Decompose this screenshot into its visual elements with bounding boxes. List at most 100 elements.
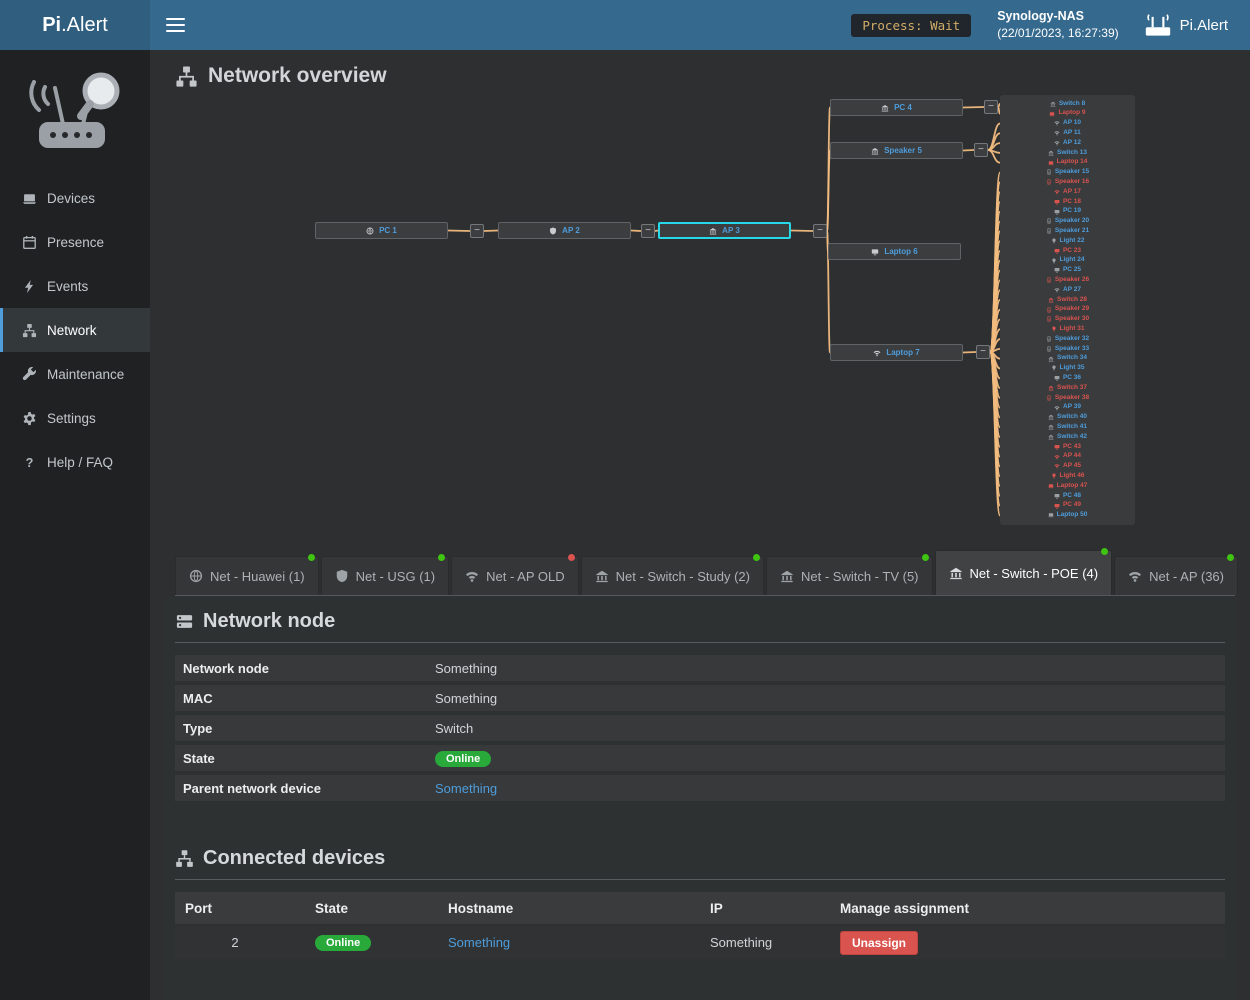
info-value: Something: [435, 691, 497, 706]
port-cell: 2: [185, 935, 315, 950]
device-entry-pc-43[interactable]: PC 43: [1000, 442, 1135, 452]
tab-net-huawei-1[interactable]: Net - Huawei (1): [175, 556, 319, 595]
hostname-link[interactable]: Something: [448, 935, 510, 950]
device-entry-light-35[interactable]: Light 35: [1000, 364, 1135, 374]
device-entry-ap-17[interactable]: AP 17: [1000, 187, 1135, 197]
device-entry-speaker-26[interactable]: Speaker 26: [1000, 275, 1135, 285]
unassign-button[interactable]: Unassign: [840, 931, 918, 955]
tab-net-switch-tv-5[interactable]: Net - Switch - TV (5): [766, 556, 933, 595]
status-dot-green: [1101, 548, 1108, 555]
network-node-pc-1[interactable]: PC 1: [315, 222, 448, 239]
device-entry-speaker-16[interactable]: Speaker 16: [1000, 177, 1135, 187]
device-entry-light-46[interactable]: Light 46: [1000, 471, 1135, 481]
tab-net-switch-poe-4[interactable]: Net - Switch - POE (4): [935, 550, 1113, 595]
device-entry-ap-27[interactable]: AP 27: [1000, 285, 1135, 295]
device-entry-speaker-30[interactable]: Speaker 30: [1000, 315, 1135, 325]
sidebar-item-devices[interactable]: Devices: [0, 176, 150, 220]
app-brand-icon-wrap: [1145, 12, 1171, 38]
collapse-toggle[interactable]: −: [974, 143, 988, 157]
status-dot-green: [438, 554, 445, 561]
device-entry-speaker-15[interactable]: Speaker 15: [1000, 168, 1135, 178]
collapse-toggle[interactable]: −: [984, 100, 998, 114]
tab-net-usg-1[interactable]: Net - USG (1): [321, 556, 449, 595]
sidebar-item-events[interactable]: Events: [0, 264, 150, 308]
device-entry-laptop-47[interactable]: Laptop 47: [1000, 481, 1135, 491]
device-entry-label: PC 43: [1063, 444, 1081, 451]
device-entry-switch-28[interactable]: Switch 28: [1000, 295, 1135, 305]
parent-device-link[interactable]: Something: [435, 781, 497, 796]
laptop-icon: [1048, 483, 1054, 489]
device-entry-pc-18[interactable]: PC 18: [1000, 197, 1135, 207]
device-entry-speaker-20[interactable]: Speaker 20: [1000, 217, 1135, 227]
brand-logo[interactable]: Pi.Alert: [0, 0, 150, 50]
device-entry-laptop-9[interactable]: Laptop 9: [1000, 109, 1135, 119]
device-entry-switch-8[interactable]: Switch 8: [1000, 99, 1135, 109]
device-entry-ap-12[interactable]: AP 12: [1000, 138, 1135, 148]
device-entry-ap-44[interactable]: AP 44: [1000, 452, 1135, 462]
device-entry-pc-48[interactable]: PC 48: [1000, 491, 1135, 501]
device-entry-pc-25[interactable]: PC 25: [1000, 266, 1135, 276]
network-node-laptop-7[interactable]: Laptop 7: [830, 344, 963, 361]
device-entry-ap-10[interactable]: AP 10: [1000, 119, 1135, 129]
navbar: Process: Wait Synology-NAS (22/01/2023, …: [150, 0, 1250, 50]
device-entry-laptop-50[interactable]: Laptop 50: [1000, 510, 1135, 520]
device-entry-speaker-38[interactable]: Speaker 38: [1000, 393, 1135, 403]
tab-pane: Network node Network nodeSomethingMACSom…: [164, 596, 1236, 1000]
wifi-icon: [1128, 569, 1142, 583]
bank-icon: [1048, 424, 1054, 430]
device-entry-light-31[interactable]: Light 31: [1000, 324, 1135, 334]
hamburger-icon[interactable]: [166, 18, 185, 32]
network-node-ap-2[interactable]: AP 2: [498, 222, 631, 239]
device-entry-light-22[interactable]: Light 22: [1000, 236, 1135, 246]
network-node-ap-3[interactable]: AP 3: [658, 222, 791, 239]
tab-net-ap-36[interactable]: Net - AP (36): [1114, 556, 1238, 595]
device-entry-ap-45[interactable]: AP 45: [1000, 461, 1135, 471]
sidebar-item-settings[interactable]: Settings: [0, 396, 150, 440]
device-entry-label: Switch 8: [1059, 101, 1085, 108]
device-entry-label: Laptop 47: [1057, 483, 1088, 490]
device-entry-ap-11[interactable]: AP 11: [1000, 128, 1135, 138]
network-node-speaker-5[interactable]: Speaker 5: [830, 142, 963, 159]
device-entry-switch-34[interactable]: Switch 34: [1000, 354, 1135, 364]
device-entry-laptop-14[interactable]: Laptop 14: [1000, 158, 1135, 168]
sidebar-item-help-faq[interactable]: ?Help / FAQ: [0, 440, 150, 484]
device-entry-light-24[interactable]: Light 24: [1000, 256, 1135, 266]
display-icon: [1054, 444, 1060, 450]
network-node-pc-4[interactable]: PC 4: [830, 99, 963, 116]
device-entry-pc-49[interactable]: PC 49: [1000, 501, 1135, 511]
tab-net-switch-study-2[interactable]: Net - Switch - Study (2): [581, 556, 764, 595]
collapse-toggle[interactable]: −: [641, 224, 655, 238]
device-entry-switch-13[interactable]: Switch 13: [1000, 148, 1135, 158]
wifi-icon: [1054, 405, 1060, 411]
device-entry-switch-41[interactable]: Switch 41: [1000, 422, 1135, 432]
device-entry-ap-39[interactable]: AP 39: [1000, 403, 1135, 413]
device-entry-label: PC 23: [1063, 248, 1081, 255]
device-entry-speaker-21[interactable]: Speaker 21: [1000, 226, 1135, 236]
device-entry-speaker-33[interactable]: Speaker 33: [1000, 344, 1135, 354]
device-entry-pc-19[interactable]: PC 19: [1000, 207, 1135, 217]
device-entry-speaker-29[interactable]: Speaker 29: [1000, 305, 1135, 315]
collapse-toggle[interactable]: −: [976, 345, 990, 359]
network-node-laptop-6[interactable]: Laptop 6: [828, 243, 961, 260]
speaker-icon: [1046, 346, 1052, 352]
network-node-icon-wrap: [175, 610, 194, 633]
sidebar-item-network[interactable]: Network: [0, 308, 150, 352]
wrench-icon: [22, 367, 37, 382]
device-entry-label: AP 44: [1063, 453, 1081, 460]
device-entry-speaker-32[interactable]: Speaker 32: [1000, 334, 1135, 344]
sidebar-item-presence[interactable]: Presence: [0, 220, 150, 264]
brand-bold: Pi: [42, 14, 61, 37]
sidebar-item-maintenance[interactable]: Maintenance: [0, 352, 150, 396]
bank-icon: [1048, 150, 1054, 156]
collapse-toggle[interactable]: −: [813, 224, 827, 238]
device-entry-pc-23[interactable]: PC 23: [1000, 246, 1135, 256]
device-entry-switch-37[interactable]: Switch 37: [1000, 383, 1135, 393]
device-entry-switch-40[interactable]: Switch 40: [1000, 413, 1135, 423]
collapse-toggle[interactable]: −: [470, 224, 484, 238]
brand-rest: .Alert: [61, 14, 108, 37]
bank-icon: [1048, 414, 1054, 420]
wifi-icon: [1054, 189, 1060, 195]
device-entry-pc-36[interactable]: PC 36: [1000, 373, 1135, 383]
device-entry-switch-42[interactable]: Switch 42: [1000, 432, 1135, 442]
tab-net-ap-old[interactable]: Net - AP OLD: [451, 556, 579, 595]
